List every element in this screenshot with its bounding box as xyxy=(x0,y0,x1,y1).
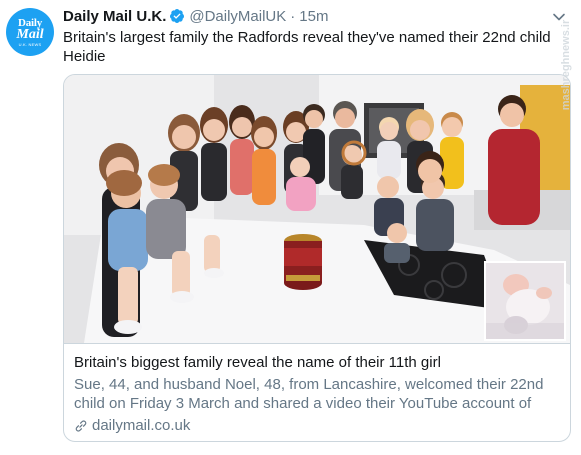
avatar-logo-line3: U.K. NEWS xyxy=(18,41,42,47)
tweet-text: Britain's largest family the Radfords re… xyxy=(63,29,551,65)
card-domain-row[interactable]: dailymail.co.uk xyxy=(74,416,560,435)
avatar[interactable]: Daily Mail U.K. NEWS xyxy=(6,8,54,56)
link-card-body[interactable]: Britain's biggest family reveal the name… xyxy=(64,343,570,441)
tweet[interactable]: Daily Mail U.K. NEWS Daily Mail U.K. @Da… xyxy=(0,0,581,455)
baby-inset-photo xyxy=(484,261,566,341)
author-handle[interactable]: @DailyMailUK xyxy=(189,8,286,25)
watermark-text: mashreghnews.ir xyxy=(560,19,573,111)
tweet-header: Daily Mail U.K. @DailyMailUK · 15m xyxy=(63,6,328,26)
watermark: mashreghnews.ir xyxy=(551,0,581,130)
link-card[interactable]: Britain's biggest family reveal the name… xyxy=(63,74,571,442)
card-domain: dailymail.co.uk xyxy=(92,417,191,434)
author-name[interactable]: Daily Mail U.K. xyxy=(63,8,166,25)
link-icon xyxy=(75,419,87,432)
separator-dot: · xyxy=(290,7,296,25)
family-photo[interactable] xyxy=(64,75,570,343)
timestamp[interactable]: 15m xyxy=(299,8,328,25)
card-description: Sue, 44, and husband Noel, 48, from Lanc… xyxy=(74,376,544,412)
avatar-logo-line2: Mail xyxy=(16,26,44,42)
card-title[interactable]: Britain's biggest family reveal the name… xyxy=(74,353,560,372)
verified-badge-icon xyxy=(170,9,185,23)
